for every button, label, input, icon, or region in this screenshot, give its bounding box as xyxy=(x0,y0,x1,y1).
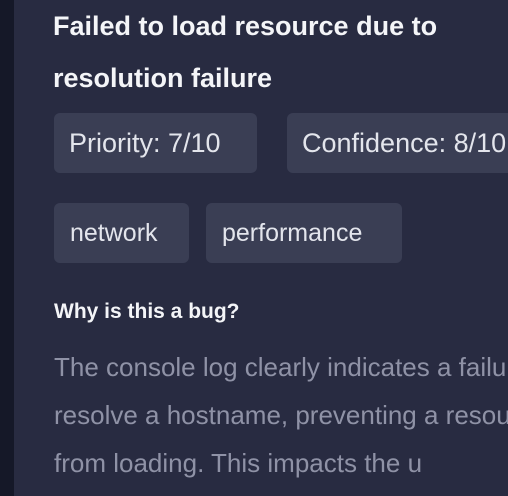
bug-title: Failed to load resource due to resolutio… xyxy=(53,11,438,93)
section-heading-why-bug: Why is this a bug? xyxy=(54,300,240,323)
bug-detail-panel: Failed to load resource due to resolutio… xyxy=(14,0,508,496)
confidence-badge: Confidence: 8/10 xyxy=(287,113,508,173)
priority-badge: Priority: 7/10 xyxy=(54,113,257,173)
left-rail xyxy=(0,0,14,496)
tag-network: network xyxy=(54,203,189,263)
bug-description: The console log clearly indicates a fail… xyxy=(54,352,508,478)
tag-performance: performance xyxy=(206,203,402,263)
